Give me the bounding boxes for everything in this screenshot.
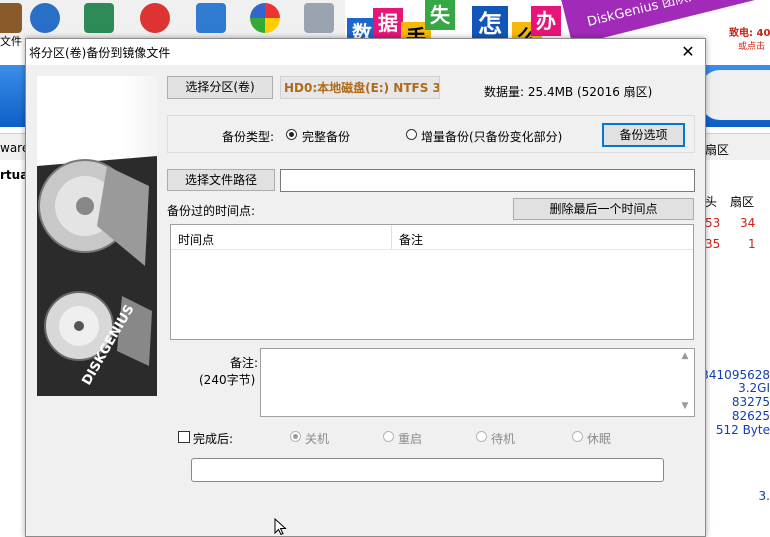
table-header-row: 时间点 备注 (171, 225, 693, 250)
table-cell: 35 (705, 237, 721, 251)
remark-limit: (240字节) (199, 373, 256, 387)
banner-click-text: 或点击 (738, 42, 766, 52)
partition-name: HD0:本地磁盘(E:) NTFS 3 (280, 76, 440, 99)
search-icon[interactable] (30, 3, 60, 33)
info-value: 512 Byte (715, 423, 770, 437)
scroll-down-icon[interactable]: ▼ (678, 401, 692, 413)
after-done-checkbox[interactable] (178, 431, 190, 443)
banner-phone: 致电: 40 (729, 28, 770, 39)
restart-label[interactable]: 重启 (398, 430, 422, 447)
hibernate-label[interactable]: 休眠 (587, 430, 611, 447)
standby-label[interactable]: 待机 (491, 430, 515, 447)
info-panel: 341095628 3.2GI 83275 82625 512 Byte 3. (700, 365, 770, 535)
column-header-remark[interactable]: 备注 (399, 231, 423, 248)
banner-tile: 怎 (472, 6, 508, 40)
toolbar-file-label: 文件 (0, 35, 22, 48)
table-cell: 53 (705, 216, 721, 230)
timepoints-label: 备份过的时间点: (167, 204, 256, 218)
data-size: 数据量: 25.4MB (52016 扇区) (484, 85, 653, 99)
dialog-title-bar[interactable]: 将分区(卷)备份到镜像文件 ✕ (26, 39, 705, 65)
remark-textarea[interactable] (260, 348, 695, 417)
shutdown-radio[interactable] (290, 431, 301, 442)
standby-radio[interactable] (476, 431, 487, 442)
disk-image: DISKGENIUS (37, 76, 157, 396)
table-cell: 34 (740, 216, 756, 230)
table-header: 头 (705, 195, 718, 209)
hibernate-radio[interactable] (572, 431, 583, 442)
pie-chart-icon[interactable] (250, 3, 280, 33)
delete-last-timepoint-button[interactable]: 删除最后一个时间点 (513, 198, 694, 220)
file-icon[interactable] (0, 3, 22, 33)
migrate-icon[interactable] (304, 3, 334, 33)
banner-tile: 据 (373, 8, 403, 38)
column-header-timepoint[interactable]: 时间点 (178, 231, 214, 248)
incremental-backup-radio[interactable] (406, 129, 417, 140)
backup-dialog: 将分区(卷)备份到镜像文件 ✕ DISKGENIUS 选择分区(卷) HD0:本… (25, 38, 706, 537)
info-value: 3. (758, 489, 770, 503)
scroll-up-icon[interactable]: ▲ (678, 351, 692, 363)
file-path-input[interactable] (280, 169, 695, 192)
restart-radio[interactable] (383, 431, 394, 442)
disk-map-round (700, 70, 770, 120)
lifebuoy-icon[interactable] (140, 3, 170, 33)
close-icon[interactable]: ✕ (677, 41, 699, 63)
trash-icon[interactable] (196, 3, 226, 33)
table-header: 扇区 (730, 195, 755, 209)
select-path-button[interactable]: 选择文件路径 (167, 169, 275, 191)
layers-icon[interactable] (84, 3, 114, 33)
progress-bar (191, 458, 664, 482)
table-cell: 1 (748, 237, 756, 251)
shutdown-label[interactable]: 关机 (305, 430, 329, 447)
backup-type-label: 备份类型: (222, 130, 275, 144)
hard-disk-icon: DISKGENIUS (37, 156, 157, 396)
info-value: 83275 (731, 395, 770, 409)
full-backup-radio[interactable] (286, 129, 297, 140)
info-value: 3.2GI (738, 381, 770, 395)
column-divider (391, 225, 392, 249)
dialog-title: 将分区(卷)备份到镜像文件 (29, 46, 171, 60)
info-value: 82625 (731, 409, 770, 423)
banner-slogan: DiskGenius 团队为您服务 (585, 0, 740, 30)
timepoints-table[interactable]: 时间点 备注 (170, 224, 694, 340)
after-done-label[interactable]: 完成后: (193, 430, 233, 447)
info-value: 341095628 (701, 368, 770, 382)
partition-table[interactable]: 头 扇区 53 34 35 1 (700, 160, 770, 365)
banner-tile: 失 (425, 0, 455, 30)
mouse-cursor-icon (274, 518, 287, 535)
remark-label: 备注: (230, 356, 259, 370)
select-partition-button[interactable]: 选择分区(卷) (167, 76, 273, 99)
full-backup-label[interactable]: 完整备份 (302, 128, 350, 145)
backup-options-button[interactable]: 备份选项 (602, 123, 685, 147)
incremental-backup-label[interactable]: 增量备份(只备份变化部分) (421, 128, 562, 145)
banner-tile: 办 (531, 6, 561, 36)
ad-banner[interactable]: 数 据 手 失 怎 么 办 DiskGenius 团队为您服务 致电: 40 (345, 0, 770, 40)
